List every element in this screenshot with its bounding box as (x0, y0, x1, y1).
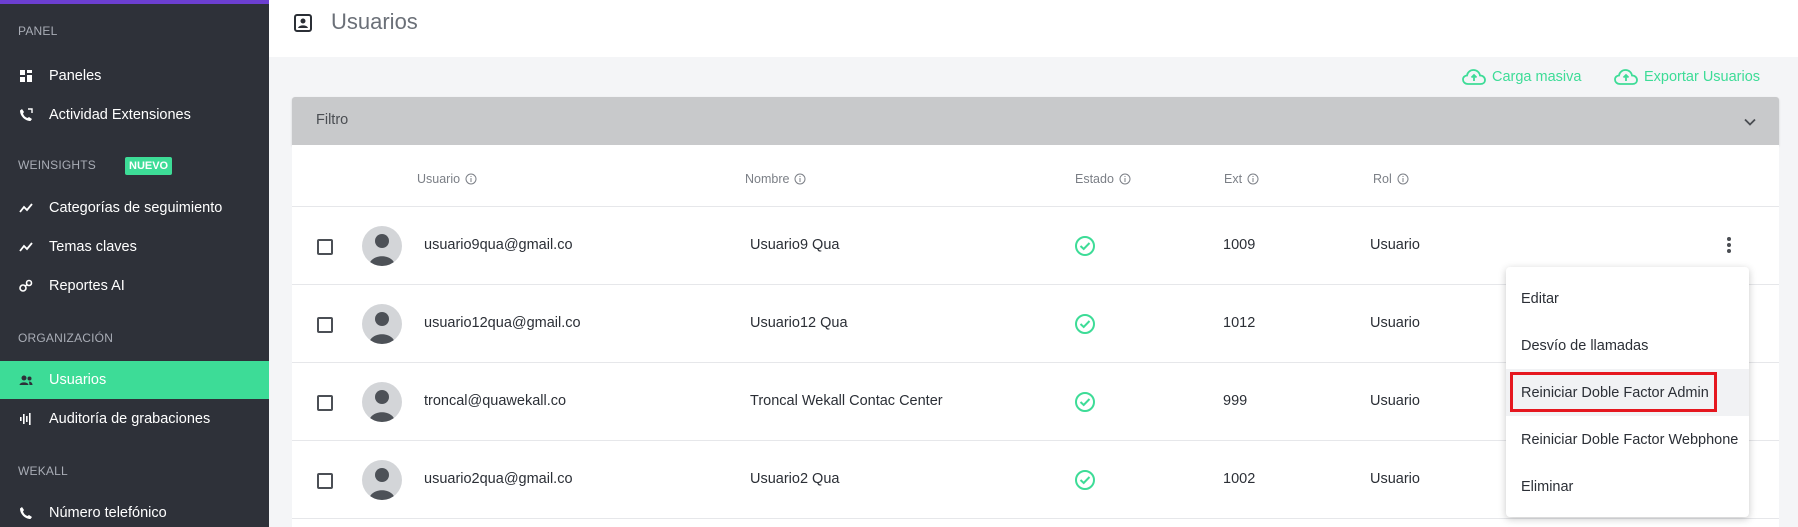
page-title: Usuarios (331, 9, 418, 34)
filter-panel[interactable]: Filtro (292, 97, 1779, 145)
trend-icon (19, 240, 33, 254)
bulk-upload-label: Carga masiva (1492, 69, 1582, 85)
menu-item-label: Reiniciar Doble Factor Webphone (1521, 431, 1739, 448)
menu-item-reiniciar-doble-factor-webphone[interactable]: Reiniciar Doble Factor Webphone (1506, 416, 1749, 463)
avatar (362, 382, 402, 422)
sidebar-item-label: Número telefónico (49, 505, 167, 521)
user-name: Troncal Wekall Contac Center (750, 393, 943, 409)
row-checkbox[interactable] (317, 395, 333, 411)
page-header: Usuarios (269, 0, 1798, 57)
contact-card-icon (294, 14, 312, 32)
new-badge: NUEVO (125, 157, 173, 175)
section-organizacion: ORGANIZACIÓN (18, 331, 114, 345)
menu-item-label: Desvío de llamadas (1521, 337, 1649, 354)
sidebar: PANEL Paneles Actividad Extensiones WEIN… (0, 0, 269, 527)
sidebar-item-label: Reportes AI (49, 278, 125, 294)
column-label: Ext (1224, 172, 1243, 186)
table-header: Usuario Nombre Estado Ext Rol (292, 145, 1779, 207)
row-checkbox[interactable] (317, 239, 333, 255)
menu-item-label: Eliminar (1521, 478, 1574, 495)
user-ext: 1012 (1223, 315, 1256, 331)
more-options-icon[interactable] (1726, 235, 1732, 255)
column-header-rol[interactable]: Rol (1373, 172, 1409, 186)
info-icon[interactable] (794, 173, 806, 185)
column-label: Nombre (745, 172, 790, 186)
column-header-nombre[interactable]: Nombre (745, 172, 806, 186)
sidebar-item-reportes-ai[interactable]: Reportes AI (0, 267, 269, 305)
user-name: Usuario2 Qua (750, 471, 840, 487)
menu-item-desvio-llamadas[interactable]: Desvío de llamadas (1506, 322, 1749, 369)
user-name: Usuario9 Qua (750, 237, 840, 253)
row-checkbox[interactable] (317, 317, 333, 333)
info-icon[interactable] (1397, 173, 1409, 185)
user-name: Usuario12 Qua (750, 315, 848, 331)
status-active-icon (1075, 392, 1095, 412)
column-header-usuario[interactable]: Usuario (417, 172, 477, 186)
sidebar-item-categorias[interactable]: Categorías de seguimiento (0, 189, 269, 227)
sidebar-item-paneles[interactable]: Paneles (0, 57, 269, 95)
users-icon (19, 373, 33, 387)
menu-item-eliminar[interactable]: Eliminar (1506, 463, 1749, 510)
sidebar-item-label: Usuarios (49, 372, 107, 388)
user-email: troncal@quawekall.co (424, 393, 567, 409)
user-ext: 999 (1223, 393, 1248, 409)
menu-item-editar[interactable]: Editar (1506, 275, 1749, 322)
bulk-upload-button[interactable]: Carga masiva (1462, 68, 1581, 86)
sidebar-item-numero-telefonico[interactable]: Número telefónico (0, 494, 269, 527)
column-header-ext[interactable]: Ext (1224, 172, 1259, 186)
export-users-label: Exportar Usuarios (1644, 69, 1761, 85)
user-role: Usuario (1370, 237, 1420, 253)
ai-icon (19, 279, 33, 293)
avatar (362, 304, 402, 344)
row-actions-menu: Editar Desvío de llamadas Reiniciar Dobl… (1506, 267, 1749, 517)
user-ext: 1002 (1223, 471, 1256, 487)
row-checkbox[interactable] (317, 473, 333, 489)
user-role: Usuario (1370, 315, 1420, 331)
cloud-upload-icon (1462, 69, 1486, 85)
status-active-icon (1075, 314, 1095, 334)
dashboard-icon (19, 69, 33, 83)
sidebar-item-label: Temas claves (49, 239, 137, 255)
sidebar-item-label: Paneles (49, 68, 102, 84)
section-wekall: WEKALL (18, 464, 68, 478)
chevron-down-icon[interactable] (1743, 115, 1757, 129)
sidebar-item-temas-claves[interactable]: Temas claves (0, 228, 269, 266)
column-header-estado[interactable]: Estado (1075, 172, 1131, 186)
status-active-icon (1075, 236, 1095, 256)
column-label: Rol (1373, 172, 1392, 186)
section-weinsights: WEINSIGHTS (18, 158, 97, 172)
audio-wave-icon (19, 412, 33, 426)
info-icon[interactable] (465, 173, 477, 185)
sidebar-item-usuarios[interactable]: Usuarios (0, 361, 269, 399)
user-email: usuario9qua@gmail.co (424, 237, 573, 253)
menu-item-label: Editar (1521, 290, 1559, 307)
user-email: usuario12qua@gmail.co (424, 315, 581, 331)
phone-icon (19, 506, 33, 520)
sidebar-item-actividad-extensiones[interactable]: Actividad Extensiones (0, 96, 269, 134)
trend-icon (19, 201, 33, 215)
avatar (362, 226, 402, 266)
user-role: Usuario (1370, 471, 1420, 487)
filter-label: Filtro (316, 112, 349, 128)
info-icon[interactable] (1247, 173, 1259, 185)
sidebar-accent-bar (0, 0, 269, 4)
section-panel: PANEL (18, 24, 58, 38)
column-label: Usuario (417, 172, 461, 186)
status-active-icon (1075, 470, 1095, 490)
sidebar-item-auditoria[interactable]: Auditoría de grabaciones (0, 400, 269, 438)
column-label: Estado (1075, 172, 1114, 186)
phone-activity-icon (19, 108, 33, 122)
user-role: Usuario (1370, 393, 1420, 409)
cloud-upload-icon (1614, 69, 1638, 85)
sidebar-item-label: Categorías de seguimiento (49, 200, 223, 216)
menu-item-label: Reiniciar Doble Factor Admin (1521, 384, 1709, 401)
user-email: usuario2qua@gmail.co (424, 471, 573, 487)
sidebar-item-label: Actividad Extensiones (49, 107, 191, 123)
avatar (362, 460, 402, 500)
menu-item-reiniciar-doble-factor-admin[interactable]: Reiniciar Doble Factor Admin (1506, 369, 1749, 416)
sidebar-item-label: Auditoría de grabaciones (49, 411, 211, 427)
user-ext: 1009 (1223, 237, 1256, 253)
info-icon[interactable] (1119, 173, 1131, 185)
export-users-button[interactable]: Exportar Usuarios (1614, 68, 1760, 86)
